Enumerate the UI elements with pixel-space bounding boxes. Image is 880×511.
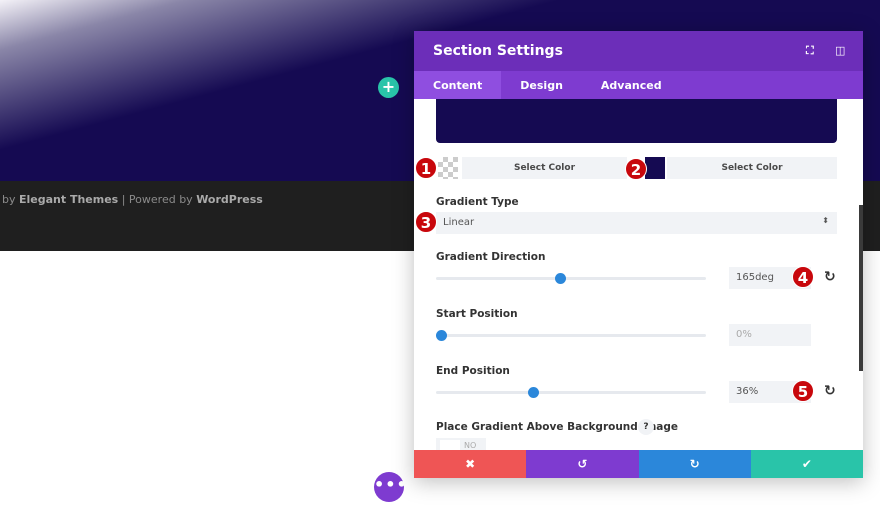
end-position-slider[interactable] [436,387,706,398]
sidebar-toggle-icon[interactable]: ◫ [835,44,845,57]
gradient-type-select[interactable]: Linear ⬍ [436,212,837,234]
annotation-badge: 5 [792,380,814,402]
tab-content[interactable]: Content [414,71,502,99]
help-icon[interactable]: ? [638,419,654,435]
toggle-value: NO [464,441,477,450]
start-position-label: Start Position [436,308,518,320]
reset-icon[interactable]: ↻ [824,269,836,285]
tab-advanced[interactable]: Advanced [582,71,681,99]
color1-select-button[interactable]: Select Color [462,157,627,179]
fullscreen-icon[interactable]: ⛶ [806,44,814,58]
cancel-button[interactable]: ✖ [414,450,527,478]
modal-body: Select Color Select Color Gradient Type … [414,99,863,450]
tab-design[interactable]: Design [501,71,582,99]
undo-button[interactable]: ↺ [526,450,639,478]
annotation-badge: 1 [415,157,437,179]
gradient-direction-label: Gradient Direction [436,251,546,263]
modal-header: Section Settings ⛶ ◫ [414,31,863,71]
gradient-direction-slider[interactable] [436,273,706,284]
annotation-badge: 4 [792,266,814,288]
footer-prefix: by [2,193,19,206]
start-position-input[interactable]: 0% [729,324,811,346]
color2-select-button[interactable]: Select Color [667,157,837,179]
footer-platform-link[interactable]: WordPress [196,193,263,206]
footer-mid: | Powered by [118,193,197,206]
redo-button[interactable]: ↻ [638,450,751,478]
gradient-preview [436,99,837,143]
add-row-button[interactable]: + [378,77,399,98]
modal-tabs: Content Design Advanced [414,71,863,99]
section-settings-modal: Section Settings ⛶ ◫ Content Design Adva… [414,31,863,478]
start-position-slider[interactable] [436,330,706,341]
reset-icon[interactable]: ↻ [824,383,836,399]
color2-swatch[interactable] [645,157,665,179]
place-above-toggle[interactable]: NO [436,438,486,450]
save-button[interactable]: ✔ [750,450,863,478]
color1-swatch[interactable] [438,157,458,179]
modal-footer: ✖ ↺ ↻ ✔ [414,450,863,478]
slider-handle[interactable] [528,387,540,398]
gradient-type-value: Linear [443,217,475,228]
page-settings-button[interactable]: ••• [374,472,407,502]
scrollbar[interactable] [859,205,863,371]
gradient-type-label: Gradient Type [436,196,519,208]
slider-handle[interactable] [554,273,566,284]
modal-title: Section Settings [433,43,563,59]
annotation-badge: 3 [415,211,437,233]
select-arrows-icon: ⬍ [822,216,829,225]
annotation-badge: 2 [625,158,647,180]
footer-brand-link[interactable]: Elegant Themes [19,193,118,206]
end-position-label: End Position [436,365,510,377]
slider-handle[interactable] [436,330,447,341]
